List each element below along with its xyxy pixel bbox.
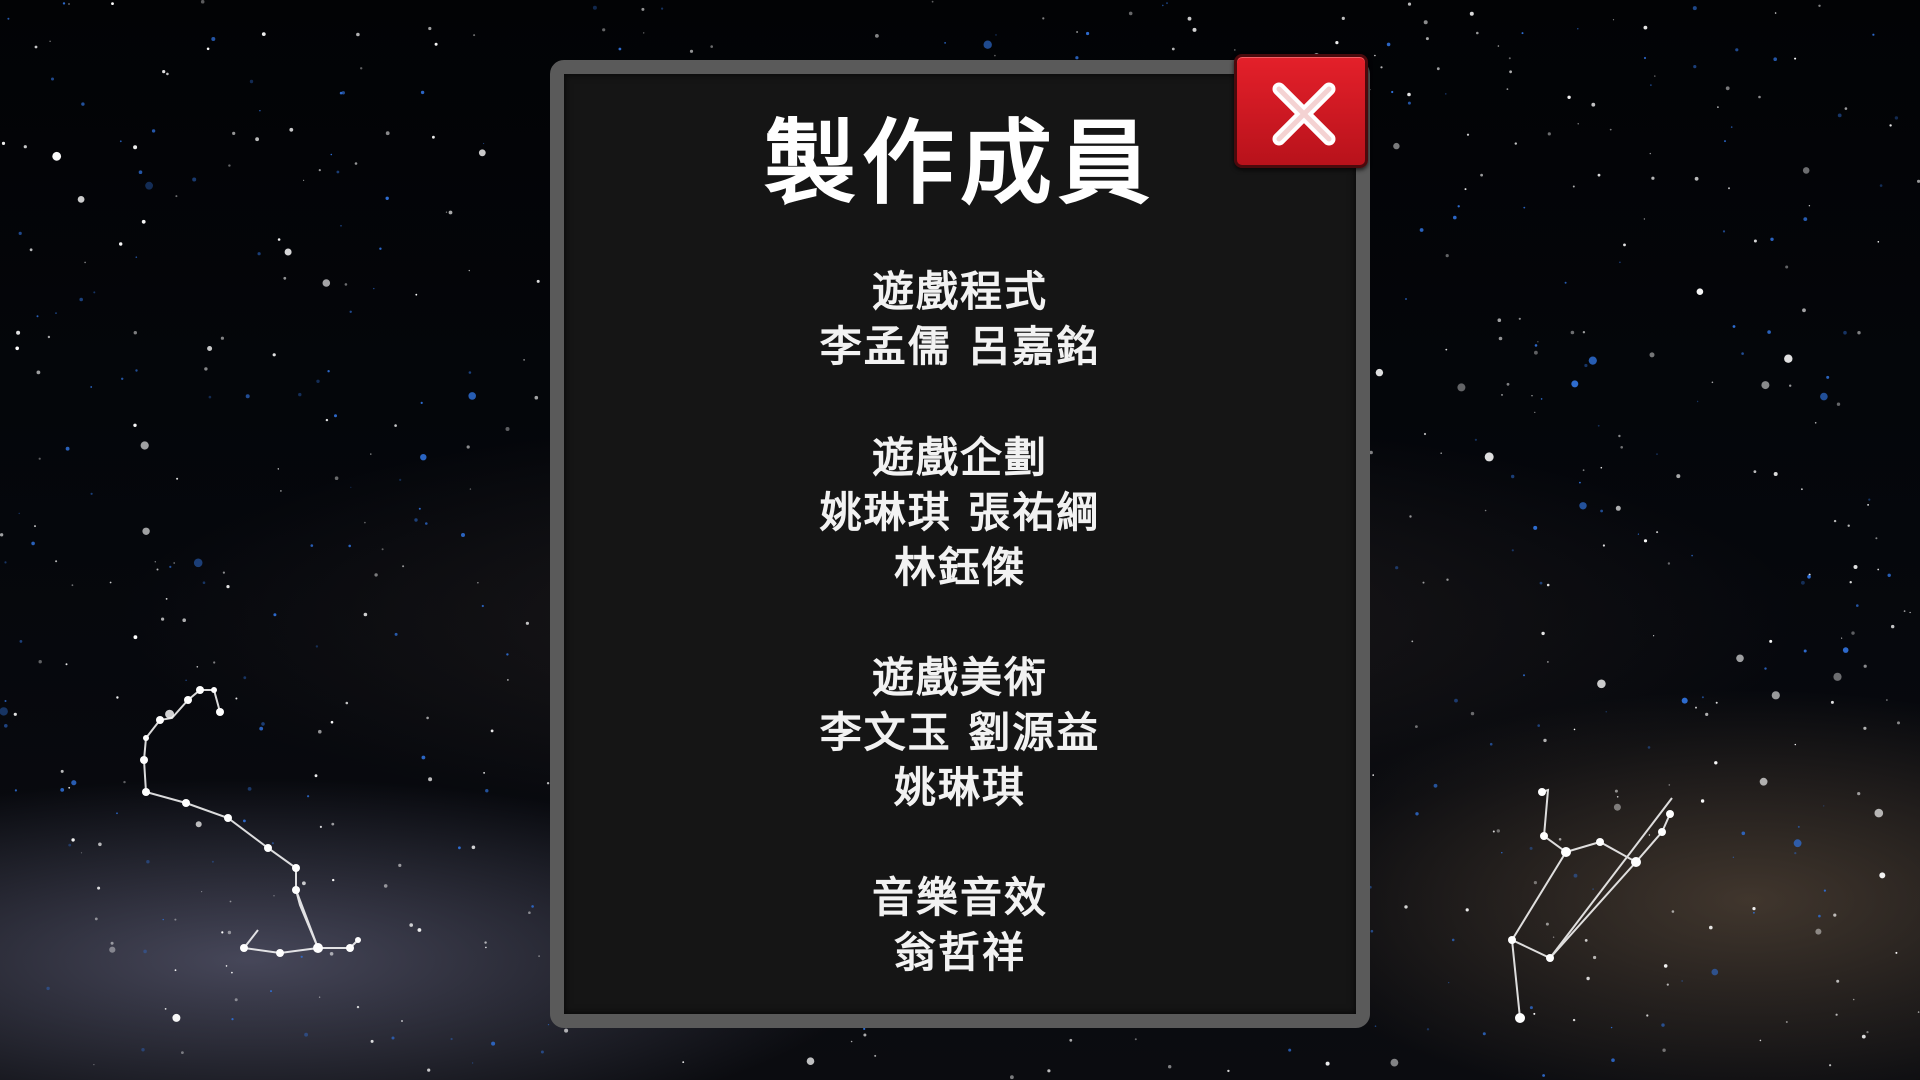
section-role: 遊戲企劃 xyxy=(871,433,1048,482)
close-icon xyxy=(1272,82,1336,146)
section-role: 音樂音效 xyxy=(871,873,1048,922)
credits-section-audio: 音樂音效 翁哲祥 xyxy=(564,870,1356,980)
section-names: 李文玉 劉源益 xyxy=(819,708,1101,757)
constellation-left-stars xyxy=(140,686,361,957)
credits-section-art: 遊戲美術 李文玉 劉源益 姚琳琪 xyxy=(564,650,1356,815)
constellation-left xyxy=(142,689,359,955)
section-role: 遊戲美術 xyxy=(871,653,1048,702)
close-button[interactable] xyxy=(1234,54,1368,168)
credits-panel: 製作成員 遊戲程式 李孟儒 呂嘉銘 遊戲企劃 姚琳琪 張祐綱 林鈺傑 遊戲美術 … xyxy=(550,60,1370,1028)
section-names: 姚琳琪 張祐綱 xyxy=(819,488,1101,537)
credits-section-design: 遊戲企劃 姚琳琪 張祐綱 林鈺傑 xyxy=(564,430,1356,595)
credits-section-programming: 遊戲程式 李孟儒 呂嘉銘 xyxy=(564,264,1356,374)
section-names: 姚琳琪 xyxy=(893,763,1026,812)
section-role: 遊戲程式 xyxy=(871,267,1048,316)
constellation-right xyxy=(1510,788,1673,1019)
section-names: 林鈺傑 xyxy=(893,543,1026,592)
section-names: 翁哲祥 xyxy=(893,928,1026,977)
section-names: 李孟儒 呂嘉銘 xyxy=(819,322,1101,371)
